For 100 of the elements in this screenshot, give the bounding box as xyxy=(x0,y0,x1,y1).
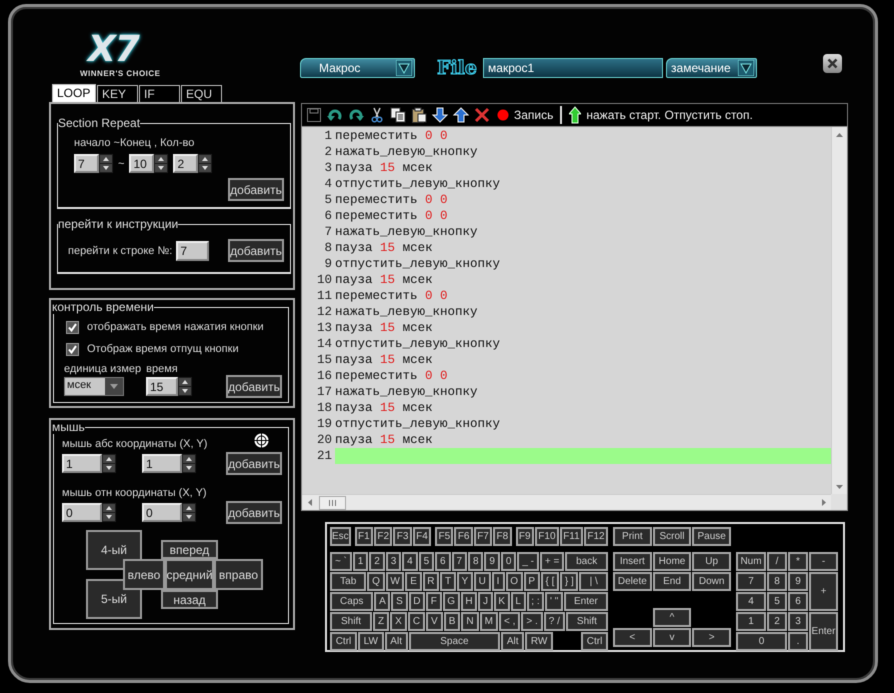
keyboard-key[interactable]: O xyxy=(506,572,523,591)
keyboard-key[interactable]: P xyxy=(524,572,540,591)
mode-dropdown[interactable]: Макрос xyxy=(300,58,415,78)
side-button[interactable]: 5-ый xyxy=(86,579,142,619)
keyboard-key[interactable]: V xyxy=(426,612,443,631)
keyboard-key[interactable]: Caps xyxy=(330,592,374,611)
spinner-arrows[interactable] xyxy=(102,503,116,522)
keyboard-key[interactable]: ^ xyxy=(652,608,692,627)
close-button[interactable] xyxy=(823,54,842,73)
keyboard-key[interactable]: N xyxy=(461,612,479,631)
tab[interactable]: IF xyxy=(139,85,180,102)
number-field[interactable]: 1 xyxy=(62,454,102,473)
number-field[interactable]: 0 xyxy=(142,503,182,522)
number-field[interactable]: 0 xyxy=(62,503,102,522)
keyboard-key[interactable]: 1 xyxy=(352,552,368,571)
keyboard-key[interactable]: Print xyxy=(613,527,652,546)
keyboard-key[interactable]: C xyxy=(408,612,426,631)
keyboard-key[interactable]: 9 xyxy=(788,572,808,591)
keyboard-key[interactable]: E xyxy=(405,572,422,591)
keyboard-key[interactable]: Delete xyxy=(613,572,652,591)
keyboard-key[interactable]: 4 xyxy=(736,592,766,611)
record-icon[interactable] xyxy=(497,109,509,121)
keyboard-key[interactable]: F4 xyxy=(412,527,432,546)
spinner-arrows[interactable] xyxy=(198,154,212,173)
keyboard-key[interactable]: 3 xyxy=(386,552,402,571)
keyboard-key[interactable]: > . xyxy=(521,612,543,631)
keyboard-key[interactable]: Down xyxy=(692,572,732,591)
number-field[interactable]: 2 xyxy=(173,154,198,173)
paste-icon[interactable] xyxy=(411,107,427,123)
keyboard-key[interactable]: Ctrl xyxy=(581,632,608,651)
spinner-arrows[interactable] xyxy=(178,377,192,396)
vertical-scrollbar[interactable] xyxy=(831,127,847,494)
keyboard-key[interactable]: LW xyxy=(358,632,384,651)
spinner-arrows[interactable] xyxy=(154,154,168,173)
keyboard-key[interactable]: F9 xyxy=(516,527,534,546)
keyboard-key[interactable]: > xyxy=(692,628,731,647)
keyboard-key[interactable]: Shift xyxy=(566,612,608,631)
keyboard-key[interactable]: - xyxy=(809,552,838,571)
keyboard-key[interactable]: / xyxy=(767,552,787,571)
keyboard-key[interactable]: 8 xyxy=(767,572,787,591)
keyboard-key[interactable]: } ] xyxy=(560,572,578,591)
number-field[interactable]: 7 xyxy=(74,154,99,173)
keyboard-key[interactable]: | \ xyxy=(579,572,608,591)
keyboard-key[interactable]: W xyxy=(386,572,404,591)
spinner-arrows[interactable] xyxy=(182,454,196,473)
keyboard-key[interactable]: L xyxy=(510,592,526,611)
keyboard-key[interactable]: M xyxy=(480,612,498,631)
keyboard-key[interactable]: Scroll xyxy=(652,527,692,546)
tab[interactable]: KEY xyxy=(97,85,138,102)
add-button[interactable]: добавить xyxy=(228,178,284,201)
keyboard-key[interactable]: F10 xyxy=(534,527,559,546)
keyboard-key[interactable]: 1 xyxy=(736,612,766,631)
keyboard-key[interactable]: D xyxy=(408,592,426,611)
keyboard-key[interactable]: X xyxy=(390,612,407,631)
keyboard-key[interactable]: F xyxy=(426,592,442,611)
keyboard-key[interactable]: RW xyxy=(525,632,554,651)
keyboard-key[interactable]: Pause xyxy=(692,527,732,546)
add-button[interactable]: добавить xyxy=(226,501,282,524)
keyboard-key[interactable]: Num xyxy=(736,552,766,571)
tab[interactable]: EQU xyxy=(181,85,222,102)
unit-dropdown[interactable]: мсек xyxy=(64,377,124,396)
checkbox[interactable] xyxy=(66,320,79,334)
direction-button[interactable]: средний xyxy=(165,559,214,590)
keyboard-key[interactable]: * xyxy=(788,552,808,571)
keyboard-key[interactable]: K xyxy=(494,592,510,611)
keyboard-key[interactable]: Enter xyxy=(564,592,608,611)
direction-button[interactable]: влево xyxy=(123,559,165,590)
direction-button[interactable]: вправо xyxy=(214,559,263,590)
keyboard-key[interactable]: S xyxy=(391,592,408,611)
keyboard-key[interactable]: 5 xyxy=(767,592,787,611)
keyboard-key[interactable]: Z xyxy=(373,612,390,631)
copy-icon[interactable] xyxy=(390,107,406,123)
keyboard-key[interactable]: 3 xyxy=(788,612,808,631)
number-field[interactable]: 10 xyxy=(129,154,154,173)
keyboard-key[interactable]: Shift xyxy=(330,612,372,631)
keyboard-key[interactable]: ; : xyxy=(526,592,544,611)
keyboard-key[interactable]: G xyxy=(442,592,460,611)
spinner-arrows[interactable] xyxy=(102,454,116,473)
tab[interactable]: LOOP xyxy=(52,84,96,102)
keyboard-key[interactable]: 6 xyxy=(435,552,451,571)
keyboard-key[interactable]: U xyxy=(474,572,491,591)
number-field[interactable]: 7 xyxy=(176,240,210,260)
keyboard-key[interactable]: F2 xyxy=(374,527,392,546)
keyboard-key[interactable]: End xyxy=(652,572,692,591)
keyboard-key[interactable]: Up xyxy=(692,552,732,571)
keyboard-key[interactable]: R xyxy=(422,572,440,591)
keyboard-key[interactable]: 2 xyxy=(369,552,385,571)
keyboard-key[interactable]: T xyxy=(440,572,456,591)
keyboard-key[interactable]: Tab xyxy=(330,572,366,591)
save-icon[interactable] xyxy=(306,107,322,123)
keyboard-key[interactable]: F6 xyxy=(454,527,473,546)
keyboard-key[interactable]: 7 xyxy=(452,552,468,571)
keyboard-key[interactable]: A xyxy=(374,592,390,611)
keyboard-key[interactable]: ~ ` xyxy=(330,552,352,571)
keyboard-key[interactable]: + = xyxy=(540,552,564,571)
redo-icon[interactable] xyxy=(348,107,364,123)
keyboard-key[interactable]: ' " xyxy=(545,592,563,611)
keyboard-key[interactable]: + xyxy=(809,572,838,611)
keyboard-key[interactable]: 2 xyxy=(767,612,787,631)
note-dropdown[interactable]: замечание xyxy=(666,58,758,78)
